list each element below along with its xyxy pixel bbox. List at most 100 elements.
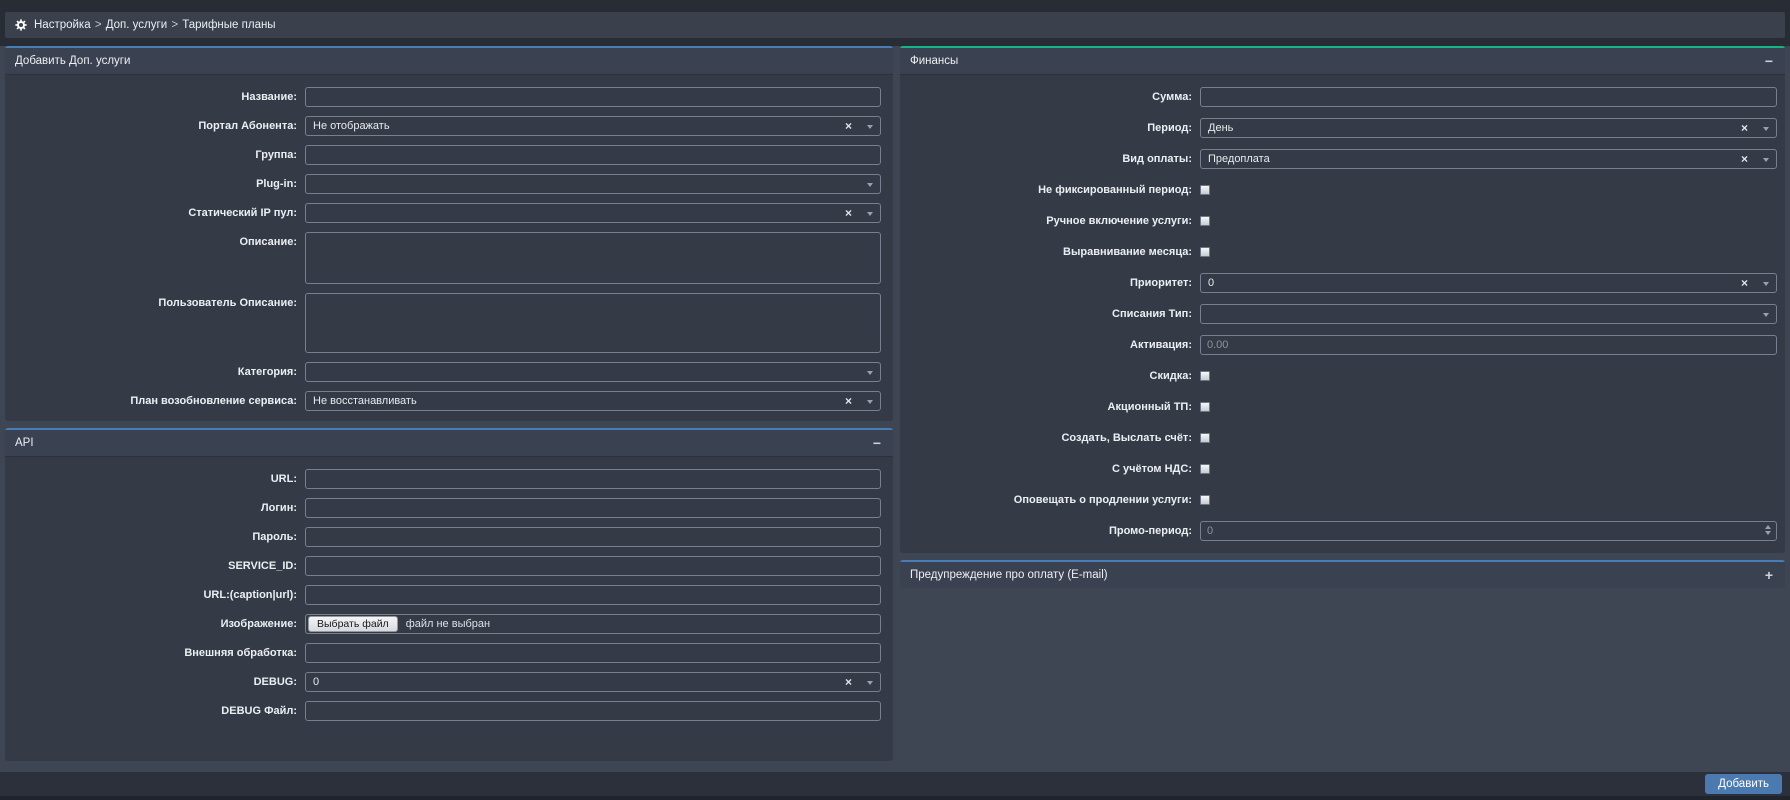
panel-payment-warning-header: Предупреждение про оплату (E-mail) + [900,562,1785,588]
prioritet-select[interactable]: 0× [1200,273,1777,293]
aktsionnyy-tp-checkbox[interactable] [1200,402,1210,412]
login-label: Логин: [5,498,305,518]
field-row-vyravnivanie-mesyatsa: Выравнивание месяца: [900,242,1777,262]
top-bar: Настройка > Доп. услуги > Тарифные планы [0,0,1790,46]
ruchnoe-vklyuchenie-uslugi-checkbox[interactable] [1200,216,1210,226]
summa-input[interactable] [1200,87,1777,107]
chevron-down-icon [867,400,873,404]
field-row-parol: Пароль: [5,527,881,547]
aktivatsiya-input[interactable] [1200,335,1777,355]
s-uchyotom-nds-label: С учётом НДС: [900,459,1200,479]
sozdat-vyslat-schyot-checkbox[interactable] [1200,433,1210,443]
opoveschat-o-prodlenii-uslugi-checkbox[interactable] [1200,495,1210,505]
staticheskiy-ip-pul-select[interactable]: × [305,203,881,223]
opisanie-control [305,232,881,284]
field-row-vid-oplaty: Вид оплаты:Предоплата× [900,149,1777,169]
field-row-period: Период:День× [900,118,1777,138]
spinner-down-icon[interactable] [1765,531,1771,535]
finance-collapse-button minus-icon[interactable]: − [1763,54,1775,68]
chevron-down-icon [867,183,873,187]
vid-oplaty-selected-value: Предоплата [1208,153,1737,165]
promo-period-control [1200,521,1777,541]
kategoriya-select[interactable] [305,362,881,382]
promo-period-input[interactable] [1200,521,1777,541]
opisanie-textarea[interactable] [305,232,881,284]
gruppa-input[interactable] [305,145,881,165]
panel-api-title: API [15,437,871,449]
debug-fayl-input[interactable] [305,701,881,721]
field-row-s-uchyotom-nds: С учётом НДС: [900,459,1777,479]
breadcrumb-item-3[interactable]: Тарифные планы [182,19,275,31]
breadcrumb-item-1[interactable]: Настройка [34,19,91,31]
plan-vozobnovlenie-servisa-label: План возобновление сервиса: [5,391,305,411]
field-row-gruppa: Группа: [5,145,881,165]
clear-icon[interactable]: × [845,120,852,132]
clear-icon[interactable]: × [845,395,852,407]
izobrazhenie-label: Изображение: [5,614,305,634]
parol-input[interactable] [305,527,881,547]
nazvanie-input[interactable] [305,87,881,107]
nazvanie-label: Название: [5,87,305,107]
api-collapse-button minus-icon[interactable]: − [871,436,883,450]
vyravnivanie-mesyatsa-control [1200,247,1777,257]
spisaniya-tip-select[interactable] [1200,304,1777,324]
url-caption-url-input[interactable] [305,585,881,605]
debug-fayl-control [305,701,881,721]
prioritet-control: 0× [1200,273,1777,293]
service-id-label: SERVICE_ID: [5,556,305,576]
breadcrumb-separator: > [92,19,105,31]
field-row-login: Логин: [5,498,881,518]
spinner-up-icon[interactable] [1765,525,1771,529]
vyravnivanie-mesyatsa-checkbox[interactable] [1200,247,1210,257]
url-label: URL: [5,469,305,489]
skidka-checkbox[interactable] [1200,371,1210,381]
portal-abonenta-select[interactable]: Не отображать× [305,116,881,136]
panel-finance-body: Сумма:Период:День×Вид оплаты:Предоплата×… [900,75,1785,553]
login-input[interactable] [305,498,881,518]
s-uchyotom-nds-checkbox[interactable] [1200,464,1210,474]
vneshnyaya-obrabotka-input[interactable] [305,643,881,663]
clear-icon[interactable]: × [1741,153,1748,165]
field-row-prioritet: Приоритет:0× [900,273,1777,293]
plan-vozobnovlenie-servisa-select[interactable]: Не восстанавливать × [305,391,881,411]
izobrazhenie-file-status: файл не выбран [406,618,490,630]
submit-button[interactable]: Добавить [1705,774,1782,794]
plug-in-label: Plug-in: [5,174,305,194]
plug-in-select[interactable] [305,174,881,194]
url-input[interactable] [305,469,881,489]
period-select[interactable]: День × [1200,118,1777,138]
debug-fayl-label: DEBUG Файл: [5,701,305,721]
nazvanie-control [305,87,881,107]
ruchnoe-vklyuchenie-uslugi-control [1200,216,1777,226]
polzovatel-opisanie-control [305,293,881,353]
spinner-icon[interactable] [1765,525,1771,535]
chevron-down-icon [1763,282,1769,286]
spisaniya-tip-control [1200,304,1777,324]
chevron-down-icon [1763,127,1769,131]
skidka-control [1200,371,1777,381]
izobrazhenie-file-button[interactable]: Выбрать файл [308,616,398,632]
vid-oplaty-select[interactable]: Предоплата × [1200,149,1777,169]
aktivatsiya-label: Активация: [900,335,1200,355]
period-selected-value: День [1208,122,1737,134]
payment-warning-collapse-button plus-icon[interactable]: + [1763,568,1775,582]
panel-payment-warning-title: Предупреждение про оплату (E-mail) [910,569,1763,581]
field-row-portal-abonenta: Портал Абонента:Не отображать× [5,116,881,136]
clear-icon[interactable]: × [845,676,852,688]
polzovatel-opisanie-textarea[interactable] [305,293,881,353]
ne-fiksirovannyy-period-checkbox[interactable] [1200,185,1210,195]
opisanie-label: Описание: [5,232,305,249]
breadcrumb: Настройка > Доп. услуги > Тарифные планы [5,12,1785,38]
staticheskiy-ip-pul-label: Статический IP пул: [5,203,305,223]
breadcrumb-item-2[interactable]: Доп. услуги [106,19,167,31]
chevron-down-icon [1763,313,1769,317]
clear-icon[interactable]: × [845,207,852,219]
plan-vozobnovlenie-servisa-selected-value: Не восстанавливать [313,395,841,407]
service-id-input[interactable] [305,556,881,576]
panel-finance-title: Финансы [910,55,1763,67]
clear-icon[interactable]: × [1741,122,1748,134]
clear-icon[interactable]: × [1741,277,1748,289]
panel-api: API − URL:Логин:Пароль:SERVICE_ID:URL:(c… [5,428,893,761]
debug-select[interactable]: 0× [305,672,881,692]
field-row-izobrazhenie: Изображение:Выбрать файл файл не выбран [5,614,881,634]
